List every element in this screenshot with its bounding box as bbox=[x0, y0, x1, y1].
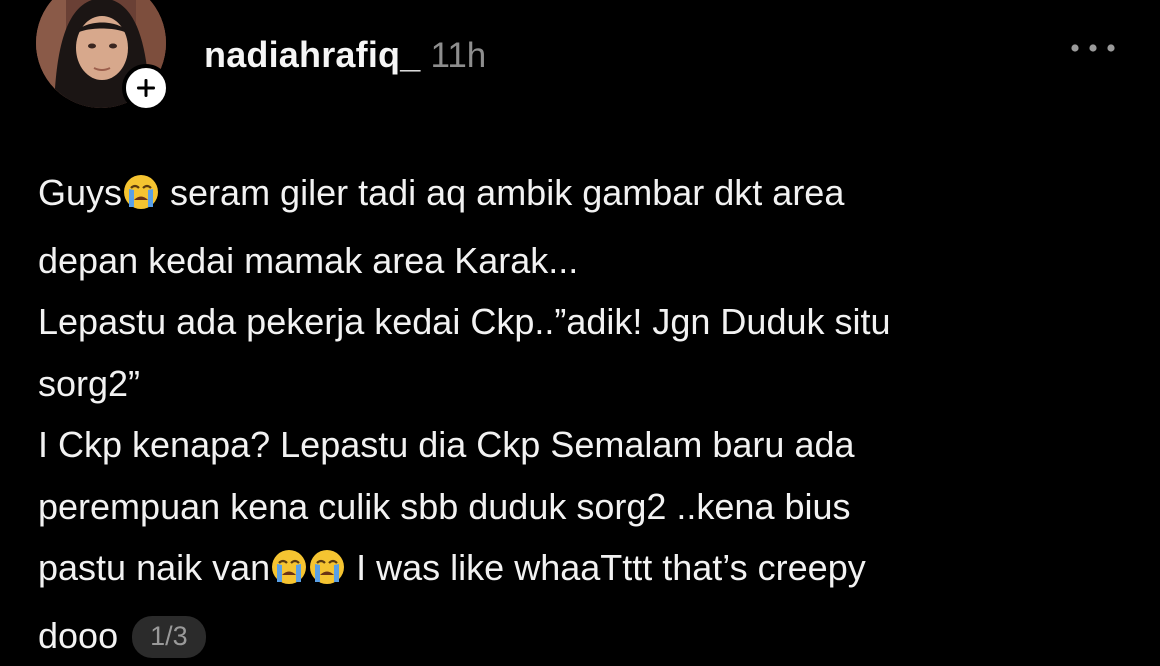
post-line: pastu naik van I was like whaaTttt that’… bbox=[38, 537, 1128, 605]
post-line: Lepastu ada pekerja kedai Ckp..”adik! Jg… bbox=[38, 291, 1128, 353]
loudly-crying-emoji-icon bbox=[308, 543, 346, 605]
timestamp: 11h bbox=[430, 36, 486, 76]
post-line: perempuan kena culik sbb duduk sorg2 ..k… bbox=[38, 476, 1128, 538]
post-line: Guys seram giler tadi aq ambik gambar dk… bbox=[38, 162, 1128, 230]
post-line: dooo 1/3 bbox=[38, 605, 1128, 666]
username[interactable]: nadiahrafiq_ bbox=[204, 34, 420, 76]
loudly-crying-emoji-icon bbox=[270, 543, 308, 605]
text-segment: I was like whaaTttt that’s creepy bbox=[346, 547, 866, 588]
more-horizontal-icon bbox=[1070, 40, 1116, 58]
text-segment: dooo bbox=[38, 615, 118, 656]
plus-icon bbox=[135, 77, 157, 99]
avatar-area bbox=[36, 0, 170, 118]
follow-button[interactable] bbox=[122, 64, 170, 112]
post-line: depan kedai mamak area Karak... bbox=[38, 230, 1128, 292]
post-line: sorg2” bbox=[38, 353, 1128, 415]
thread-post: nadiahrafiq_ 11h Guys seram giler tadi a… bbox=[0, 0, 1160, 665]
more-options-button[interactable] bbox=[1058, 34, 1128, 64]
loudly-crying-emoji-icon bbox=[122, 168, 160, 230]
text-segment: pastu naik van bbox=[38, 547, 270, 588]
text-segment: Guys bbox=[38, 172, 122, 213]
text-segment: seram giler tadi aq ambik gambar dkt are… bbox=[160, 172, 844, 213]
image-page-counter: 1/3 bbox=[132, 616, 206, 658]
post-header: nadiahrafiq_ 11h bbox=[204, 34, 486, 76]
post-body: Guys seram giler tadi aq ambik gambar dk… bbox=[38, 162, 1128, 666]
post-line: I Ckp kenapa? Lepastu dia Ckp Semalam ba… bbox=[38, 414, 1128, 476]
